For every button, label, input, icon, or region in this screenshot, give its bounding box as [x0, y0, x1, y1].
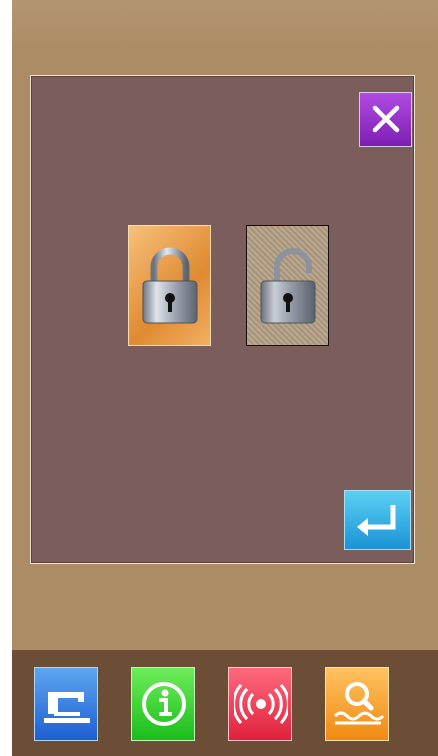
enter-return-icon: [357, 505, 396, 536]
close-button[interactable]: [359, 92, 412, 147]
signal-waves-icon: [234, 683, 288, 725]
sewing-machine-icon: [44, 692, 90, 723]
search-button[interactable]: [325, 667, 389, 741]
enter-button[interactable]: [344, 490, 411, 550]
left-edge: [0, 0, 12, 756]
search-icon: [333, 682, 385, 725]
close-icon: [372, 105, 400, 133]
signal-button[interactable]: [228, 667, 292, 741]
lock-option-locked[interactable]: [128, 225, 211, 346]
lock-option-unlocked[interactable]: [246, 225, 329, 346]
padlock-unlocked-icon: [260, 248, 316, 324]
padlock-locked-icon: [142, 247, 198, 324]
info-icon: [142, 682, 186, 726]
top-band: [12, 0, 438, 48]
info-button[interactable]: [131, 667, 195, 741]
sewing-machine-button[interactable]: [34, 667, 98, 741]
